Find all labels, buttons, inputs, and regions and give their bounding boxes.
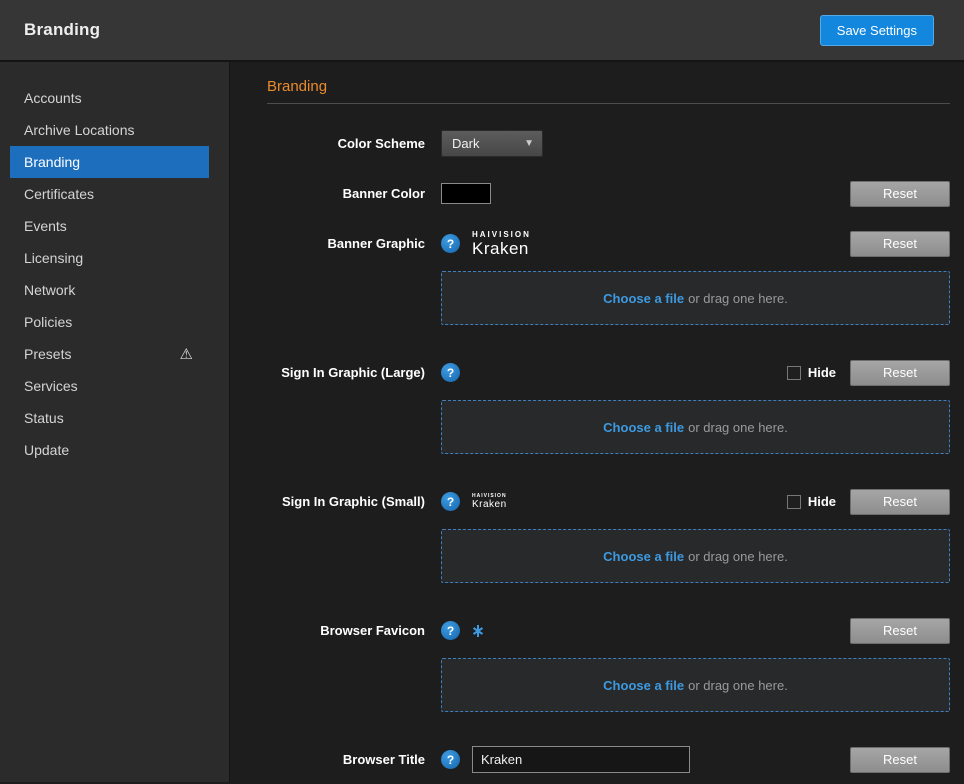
browser-favicon-dropzone[interactable]: Choose a file or drag one here. — [441, 658, 950, 712]
section-divider — [267, 103, 950, 104]
save-settings-button[interactable]: Save Settings — [820, 15, 934, 46]
banner-graphic-reset-button[interactable]: Reset — [850, 231, 950, 257]
sidebar-item-status[interactable]: Status — [10, 402, 209, 434]
page-header: Branding Save Settings — [0, 0, 964, 62]
help-icon[interactable]: ? — [441, 750, 460, 769]
sidebar-item-archive-locations[interactable]: Archive Locations — [10, 114, 209, 146]
brand-logo-text: HAIVISION — [472, 494, 507, 499]
sidebar-item-accounts[interactable]: Accounts — [10, 82, 209, 114]
browser-favicon-row: Browser Favicon ? Reset Choose a file or… — [267, 617, 950, 746]
browser-favicon-label: Browser Favicon — [267, 617, 441, 746]
sidebar-item-network[interactable]: Network — [10, 274, 209, 306]
help-icon[interactable]: ? — [441, 234, 460, 253]
sign-in-small-preview: HAIVISION Kraken — [472, 494, 507, 510]
banner-graphic-label: Banner Graphic — [267, 230, 441, 359]
sidebar-item-branding[interactable]: Branding — [10, 146, 209, 178]
banner-graphic-row: Banner Graphic ? HAIVISION Kraken Reset … — [267, 230, 950, 359]
color-scheme-label: Color Scheme — [267, 130, 441, 157]
hide-checkbox[interactable] — [787, 495, 801, 509]
browser-title-reset-button[interactable]: Reset — [850, 747, 950, 773]
drag-hint-text: or drag one here. — [688, 420, 788, 435]
sidebar-item-certificates[interactable]: Certificates — [10, 178, 209, 210]
color-scheme-value: Dark — [452, 136, 479, 151]
color-scheme-row: Color Scheme Dark ▼ — [267, 130, 950, 157]
sign-in-small-dropzone[interactable]: Choose a file or drag one here. — [441, 529, 950, 583]
settings-sidebar: Accounts Archive Locations Branding Cert… — [0, 62, 230, 782]
banner-color-swatch[interactable] — [441, 183, 491, 204]
product-logo-text: Kraken — [472, 500, 507, 510]
choose-file-link[interactable]: Choose a file — [603, 291, 684, 306]
chevron-down-icon: ▼ — [524, 138, 534, 149]
section-title: Branding — [267, 78, 950, 95]
page-title: Branding — [24, 20, 100, 40]
sidebar-item-policies[interactable]: Policies — [10, 306, 209, 338]
warning-icon: ⚠ — [180, 347, 193, 362]
help-icon[interactable]: ? — [441, 492, 460, 511]
brand-logo-text: HAIVISION — [472, 231, 531, 239]
sidebar-item-update[interactable]: Update — [10, 434, 209, 466]
branding-panel: Branding Color Scheme Dark ▼ Banner Colo… — [230, 62, 964, 782]
sidebar-item-presets[interactable]: Presets ⚠ — [10, 338, 209, 370]
help-icon[interactable]: ? — [441, 363, 460, 382]
color-scheme-select[interactable]: Dark ▼ — [441, 130, 543, 157]
drag-hint-text: or drag one here. — [688, 291, 788, 306]
sign-in-large-row: Sign In Graphic (Large) ? Hide Reset Cho… — [267, 359, 950, 488]
choose-file-link[interactable]: Choose a file — [603, 420, 684, 435]
banner-color-reset-button[interactable]: Reset — [850, 181, 950, 207]
hide-checkbox[interactable] — [787, 366, 801, 380]
banner-graphic-dropzone[interactable]: Choose a file or drag one here. — [441, 271, 950, 325]
choose-file-link[interactable]: Choose a file — [603, 549, 684, 564]
sidebar-item-services[interactable]: Services — [10, 370, 209, 402]
browser-title-input[interactable] — [472, 746, 690, 773]
hide-label: Hide — [808, 494, 836, 509]
favicon-icon — [472, 624, 484, 638]
browser-title-label: Browser Title — [267, 746, 441, 773]
product-logo-text: Kraken — [472, 240, 531, 257]
sign-in-small-row: Sign In Graphic (Small) ? HAIVISION Krak… — [267, 488, 950, 617]
browser-title-row: Browser Title ? Reset — [267, 746, 950, 773]
banner-color-label: Banner Color — [267, 180, 441, 207]
sign-in-small-hide[interactable]: Hide — [787, 494, 836, 509]
sign-in-small-label: Sign In Graphic (Small) — [267, 488, 441, 617]
sign-in-large-hide[interactable]: Hide — [787, 365, 836, 380]
choose-file-link[interactable]: Choose a file — [603, 678, 684, 693]
banner-graphic-preview: HAIVISION Kraken — [472, 231, 531, 257]
drag-hint-text: or drag one here. — [688, 549, 788, 564]
sign-in-large-label: Sign In Graphic (Large) — [267, 359, 441, 488]
sign-in-large-dropzone[interactable]: Choose a file or drag one here. — [441, 400, 950, 454]
hide-label: Hide — [808, 365, 836, 380]
sign-in-small-reset-button[interactable]: Reset — [850, 489, 950, 515]
drag-hint-text: or drag one here. — [688, 678, 788, 693]
browser-favicon-reset-button[interactable]: Reset — [850, 618, 950, 644]
help-icon[interactable]: ? — [441, 621, 460, 640]
banner-color-row: Banner Color Reset — [267, 180, 950, 207]
sign-in-large-reset-button[interactable]: Reset — [850, 360, 950, 386]
sidebar-item-events[interactable]: Events — [10, 210, 209, 242]
sidebar-item-licensing[interactable]: Licensing — [10, 242, 209, 274]
